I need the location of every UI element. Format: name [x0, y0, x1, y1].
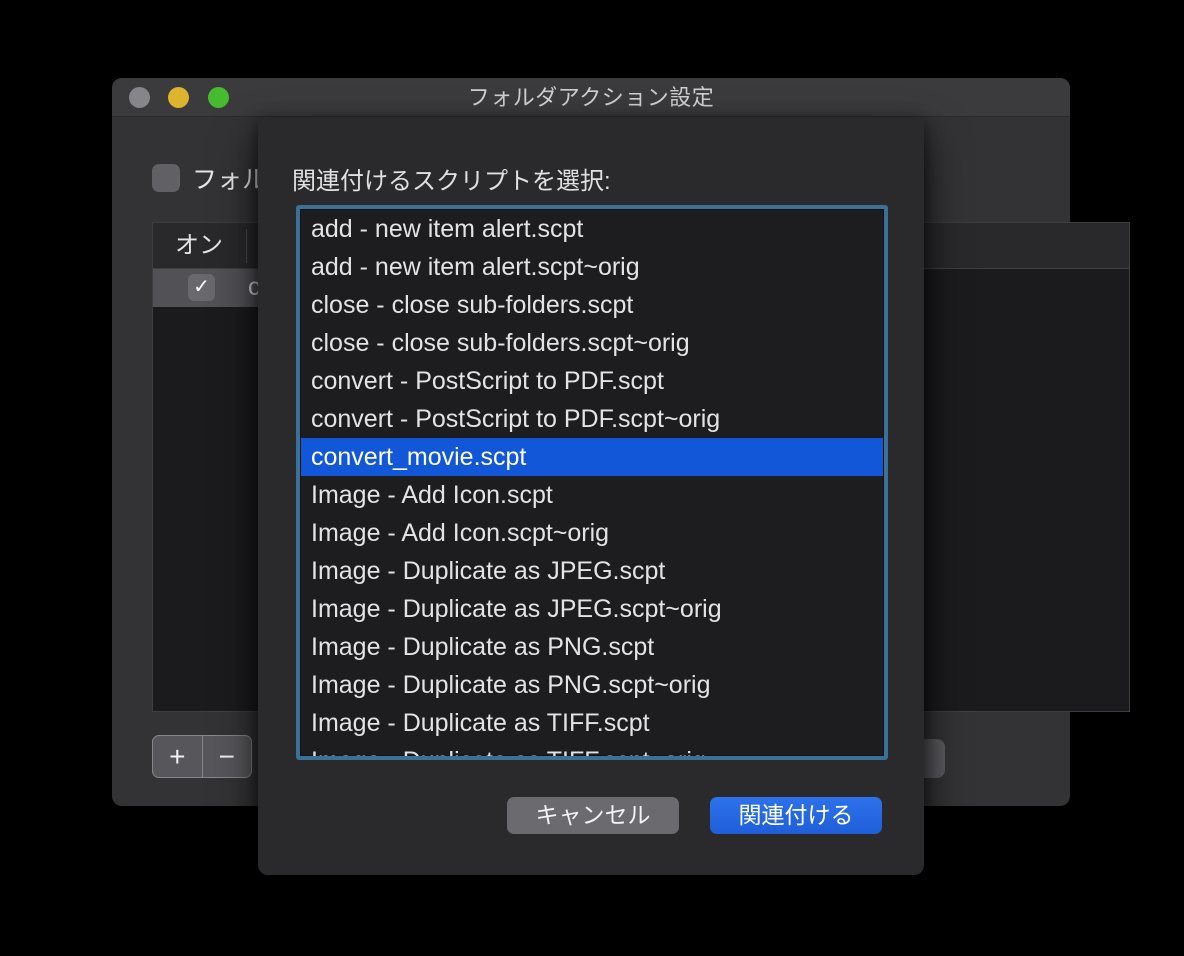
associate-button[interactable]: 関連付ける [710, 797, 882, 834]
enable-folder-actions-row: フォルダ [152, 160, 258, 196]
remove-folder-button[interactable]: − [203, 736, 252, 777]
add-remove-segmented-control: + − [152, 735, 252, 778]
script-list-item[interactable]: Image - Duplicate as TIFF.scpt~orig [301, 742, 883, 760]
window-title: フォルダアクション設定 [112, 78, 1070, 117]
titlebar[interactable]: フォルダアクション設定 [112, 78, 1070, 117]
script-list-item[interactable]: Image - Add Icon.scpt~orig [301, 514, 883, 552]
script-list-item[interactable]: close - close sub-folders.scpt~orig [301, 324, 883, 362]
script-list-item[interactable]: close - close sub-folders.scpt [301, 286, 883, 324]
script-list-inner: add - new item alert.scpt add - new item… [300, 209, 884, 756]
script-list-item[interactable]: Image - Duplicate as JPEG.scpt [301, 552, 883, 590]
script-list-item[interactable]: Image - Duplicate as TIFF.scpt [301, 704, 883, 742]
folder-enabled-checkbox[interactable]: ✓ [188, 274, 215, 301]
sheet-prompt: 関連付けるスクリプトを選択: [292, 161, 611, 196]
script-list-item[interactable]: add - new item alert.scpt~orig [301, 248, 883, 286]
script-list-item[interactable]: convert - PostScript to PDF.scpt~orig [301, 400, 883, 438]
script-list[interactable]: add - new item alert.scpt add - new item… [296, 205, 888, 760]
script-list-item[interactable]: Image - Duplicate as PNG.scpt [301, 628, 883, 666]
add-folder-button[interactable]: + [153, 736, 203, 777]
script-list-item[interactable]: add - new item alert.scpt [301, 210, 883, 248]
cancel-button[interactable]: キャンセル [507, 797, 679, 834]
on-column-header[interactable]: オン [153, 223, 245, 269]
script-list-item-selected[interactable]: convert_movie.scpt [301, 438, 883, 476]
column-divider[interactable] [246, 229, 247, 263]
script-list-item[interactable]: convert - PostScript to PDF.scpt [301, 362, 883, 400]
screen: フォルダアクション設定 フォルダ オン ✓ c + − 集 [0, 0, 1184, 956]
script-list-item[interactable]: Image - Duplicate as PNG.scpt~orig [301, 666, 883, 704]
enable-folder-actions-label: フォルダ [192, 160, 258, 196]
choose-script-sheet: 関連付けるスクリプトを選択: add - new item alert.scpt… [258, 117, 924, 875]
script-list-item[interactable]: Image - Add Icon.scpt [301, 476, 883, 514]
enable-folder-actions-checkbox[interactable] [152, 164, 180, 192]
script-list-item[interactable]: Image - Duplicate as JPEG.scpt~orig [301, 590, 883, 628]
